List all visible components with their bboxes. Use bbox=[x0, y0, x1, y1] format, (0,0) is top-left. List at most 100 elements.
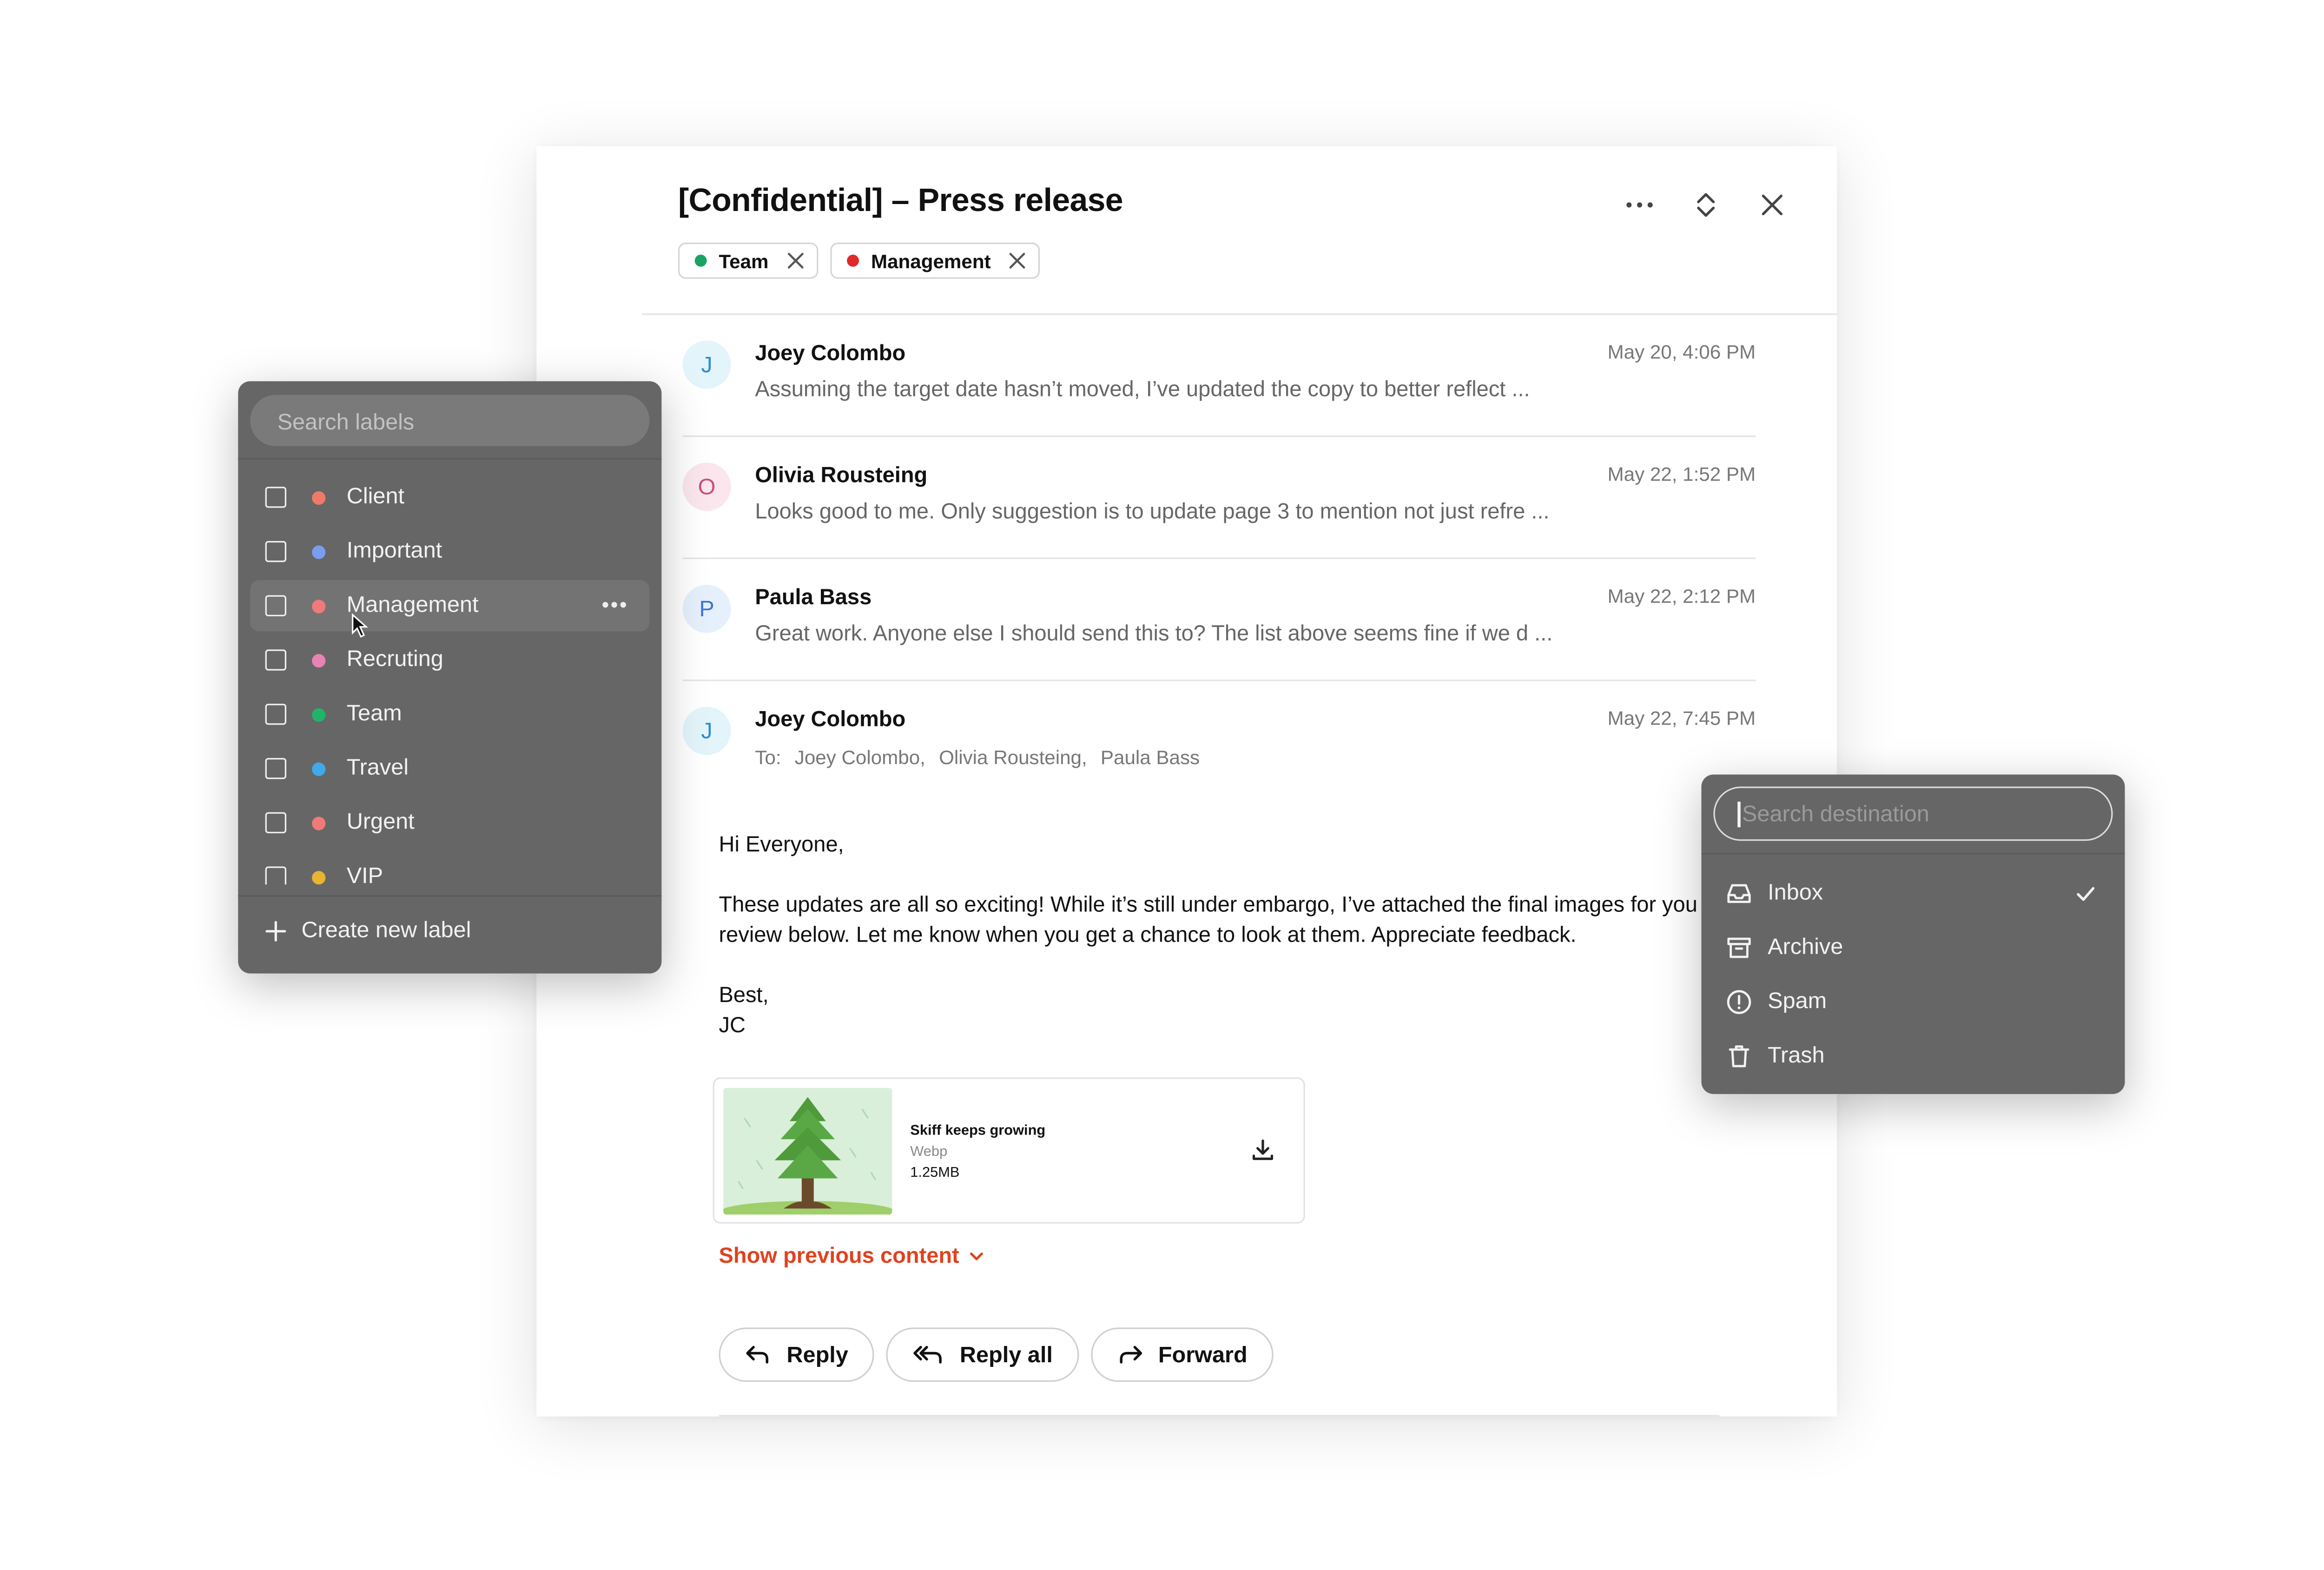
attachment-size: 1.25MB bbox=[910, 1165, 960, 1181]
label-item-recruting[interactable]: Recruting bbox=[250, 634, 649, 686]
archive-icon bbox=[1727, 937, 1751, 958]
inbox-icon bbox=[1727, 884, 1751, 903]
label-checkbox[interactable] bbox=[265, 704, 287, 725]
to-label: To: bbox=[755, 745, 781, 769]
label-checkbox[interactable] bbox=[265, 487, 287, 508]
label-name: Team bbox=[346, 700, 402, 726]
close-icon[interactable] bbox=[1753, 185, 1792, 224]
label-color-dot bbox=[312, 871, 326, 885]
label-item-client[interactable]: Client bbox=[250, 472, 649, 523]
label-item-team[interactable]: Team bbox=[250, 689, 649, 740]
label-name: Travel bbox=[346, 755, 409, 781]
destination-label: Archive bbox=[1768, 934, 1843, 960]
message-date: May 22, 7:45 PM bbox=[1607, 706, 1756, 730]
plus-icon bbox=[265, 920, 286, 941]
destination-trash[interactable]: Trash bbox=[1713, 1031, 2113, 1082]
attachment-type: Webp bbox=[910, 1143, 948, 1161]
labels-divider bbox=[238, 895, 662, 897]
label-item-important[interactable]: Important bbox=[250, 526, 649, 577]
destination-archive[interactable]: Archive bbox=[1713, 922, 2113, 973]
label-color-dot bbox=[312, 762, 326, 776]
create-new-label-text: Create new label bbox=[301, 917, 471, 943]
thread-list: J Joey Colombo May 20, 4:06 PM Assuming … bbox=[682, 315, 1756, 802]
label-item-urgent[interactable]: Urgent bbox=[250, 797, 649, 848]
attachment-thumbnail bbox=[723, 1088, 892, 1215]
reply-label: Reply bbox=[786, 1342, 848, 1368]
sender-name: Joey Colombo bbox=[755, 708, 906, 732]
message-date: May 22, 2:12 PM bbox=[1607, 584, 1756, 607]
recipients-line: To: Joey Colombo, Olivia Rousteing, Paul… bbox=[755, 746, 1200, 769]
chevron-down-icon bbox=[969, 1252, 983, 1260]
label-item-travel[interactable]: Travel bbox=[250, 743, 649, 794]
reply-all-icon bbox=[913, 1346, 942, 1364]
attachment-card[interactable]: Skiff keeps growing Webp 1.25MB bbox=[713, 1077, 1305, 1224]
search-labels-field[interactable] bbox=[250, 395, 650, 449]
remove-label-icon[interactable] bbox=[1009, 251, 1027, 270]
label-item-vip[interactable]: VIP bbox=[250, 851, 649, 885]
expand-collapse-icon[interactable] bbox=[1686, 185, 1725, 224]
download-icon[interactable] bbox=[1249, 1136, 1276, 1163]
label-color-dot bbox=[312, 600, 326, 613]
search-labels-input[interactable] bbox=[274, 395, 627, 449]
label-chip-team[interactable]: Team bbox=[678, 242, 819, 279]
destination-label: Spam bbox=[1768, 988, 1827, 1015]
search-destination-input[interactable] bbox=[1739, 788, 2092, 839]
create-new-label-button[interactable]: Create new label bbox=[265, 917, 471, 943]
more-icon[interactable] bbox=[1620, 185, 1659, 224]
greeting: Hi Everyone, bbox=[719, 833, 844, 858]
thread-message[interactable]: P Paula Bass May 22, 2:12 PM Great work.… bbox=[682, 559, 1756, 681]
reply-all-label: Reply all bbox=[959, 1342, 1053, 1368]
message-preview: Looks good to me. Only suggestion is to … bbox=[755, 500, 1550, 525]
message-preview: Assuming the target date hasn’t moved, I… bbox=[755, 378, 1530, 402]
label-checkbox[interactable] bbox=[265, 812, 287, 833]
label-name: VIP bbox=[346, 863, 383, 885]
thread-message[interactable]: J Joey Colombo May 20, 4:06 PM Assuming … bbox=[682, 315, 1756, 437]
avatar: P bbox=[682, 584, 731, 633]
trash-icon bbox=[1729, 1045, 1750, 1068]
destination-spam[interactable]: Spam bbox=[1713, 976, 2113, 1028]
label-name: Recruting bbox=[346, 646, 443, 673]
destination-inbox[interactable]: Inbox bbox=[1713, 868, 2113, 919]
message-body: Hi Everyone, These updates are all so ex… bbox=[719, 830, 1744, 1041]
label-color-dot bbox=[312, 545, 326, 559]
body-paragraph: These updates are all so exciting! While… bbox=[719, 893, 1722, 948]
label-chip-management[interactable]: Management bbox=[830, 242, 1041, 279]
email-subject: [Confidential] – Press release bbox=[678, 182, 1123, 219]
reply-all-button[interactable]: Reply all bbox=[885, 1327, 1078, 1382]
message-date: May 22, 1:52 PM bbox=[1607, 462, 1756, 485]
label-checkbox[interactable] bbox=[265, 758, 287, 779]
thread-message[interactable]: O Olivia Rousteing May 22, 1:52 PM Looks… bbox=[682, 437, 1756, 559]
destination-label: Inbox bbox=[1768, 880, 1823, 906]
label-color-dot bbox=[312, 654, 326, 668]
reply-button[interactable]: Reply bbox=[719, 1327, 874, 1382]
email-header-actions bbox=[1620, 185, 1792, 224]
avatar: O bbox=[682, 462, 731, 511]
thread-message-expanded[interactable]: J Joey Colombo May 22, 7:45 PM To: Joey … bbox=[682, 681, 1756, 801]
label-item-management[interactable]: Management ••• bbox=[250, 580, 650, 638]
checkmark-icon bbox=[2077, 887, 2095, 901]
label-checkbox[interactable] bbox=[265, 866, 287, 885]
show-previous-label: Show previous content bbox=[719, 1245, 959, 1269]
show-previous-content-link[interactable]: Show previous content bbox=[719, 1245, 984, 1269]
email-label-chips: Team Management bbox=[678, 242, 1041, 279]
reply-icon bbox=[746, 1346, 769, 1364]
move-to-dropdown: Inbox Archive Spam Trash bbox=[1701, 774, 2125, 1094]
label-name: Important bbox=[346, 538, 442, 564]
search-destination-field[interactable] bbox=[1713, 786, 2113, 841]
recipient[interactable]: Olivia Rousteing, bbox=[939, 746, 1087, 769]
recipient[interactable]: Joey Colombo, bbox=[795, 746, 925, 769]
recipient[interactable]: Paula Bass bbox=[1101, 746, 1200, 769]
label-checkbox[interactable] bbox=[265, 595, 287, 617]
remove-label-icon[interactable] bbox=[786, 251, 805, 270]
label-color-dot bbox=[312, 817, 326, 831]
avatar: J bbox=[682, 706, 731, 755]
destination-divider bbox=[1701, 853, 2125, 855]
forward-button[interactable]: Forward bbox=[1090, 1327, 1273, 1382]
signoff: Best, bbox=[719, 984, 769, 1009]
label-checkbox[interactable] bbox=[265, 541, 287, 562]
message-preview: Great work. Anyone else I should send th… bbox=[755, 622, 1553, 646]
label-color-dot bbox=[312, 491, 326, 505]
labels-divider bbox=[238, 458, 662, 460]
label-more-options[interactable]: ••• bbox=[602, 592, 628, 616]
label-checkbox[interactable] bbox=[265, 649, 287, 671]
